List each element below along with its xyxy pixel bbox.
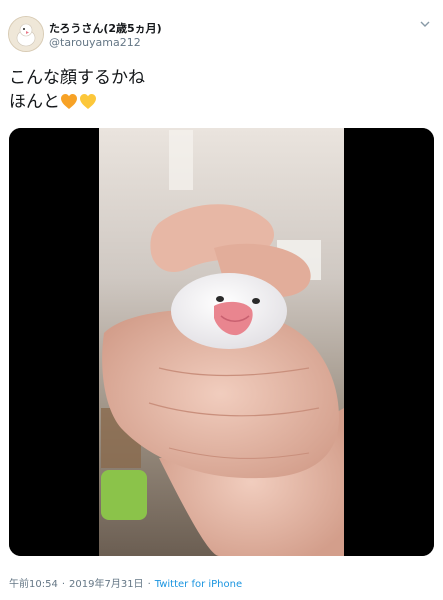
orange-heart-icon [60, 93, 78, 117]
author-handle[interactable]: @tarouyama212 [49, 36, 141, 49]
tweet-date[interactable]: 2019年7月31日 [69, 579, 144, 590]
yellow-heart-icon [79, 93, 97, 117]
video-player[interactable] [9, 128, 434, 556]
meta-separator-2: · [147, 579, 151, 590]
tweet-meta: 午前10:54 · 2019年7月31日 · Twitter for iPhone [9, 575, 242, 590]
tweet-source-link[interactable]: Twitter for iPhone [155, 579, 242, 590]
meta-separator-1: · [61, 579, 66, 590]
tweet-card: たろうさん(2歳5ヵ月) @tarouyama212 こんな顔するかね ほんと [0, 0, 443, 600]
tweet-text-line-2-label: ほんと [9, 92, 60, 112]
chevron-down-icon [420, 21, 430, 27]
tweet-text: こんな顔するかね ほんと [9, 66, 145, 117]
video-frame [9, 128, 434, 556]
bird-avatar-icon [9, 17, 43, 51]
avatar[interactable] [8, 16, 44, 52]
more-options-button[interactable] [417, 16, 433, 32]
tweet-text-line-1: こんな顔するかね [9, 68, 145, 88]
author-display-name[interactable]: たろうさん(2歳5ヵ月) [49, 20, 162, 36]
tweet-text-line-2: ほんと [9, 90, 145, 117]
tweet-time[interactable]: 午前10:54 [9, 579, 58, 590]
